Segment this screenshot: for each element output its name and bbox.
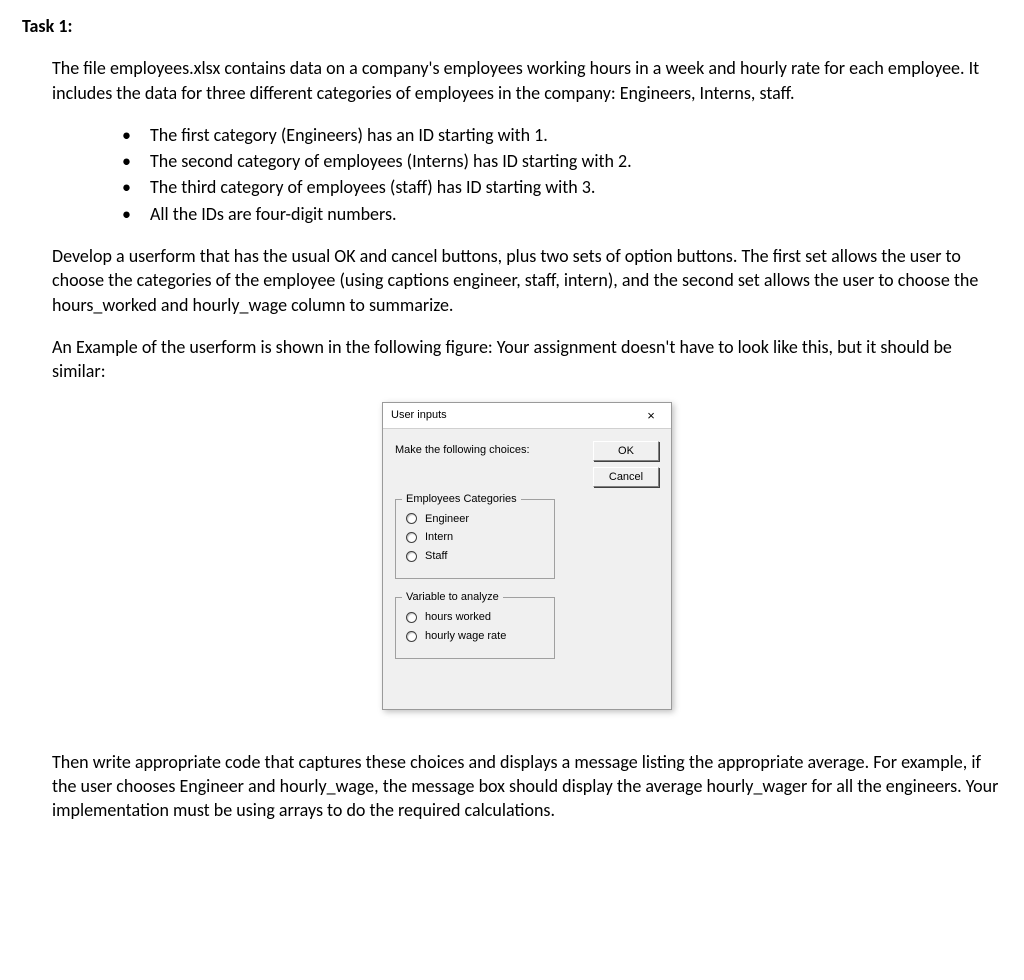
userform-dialog: User inputs × Make the following choices… — [382, 402, 672, 710]
group-employees-categories: Employees Categories Engineer Intern Sta… — [395, 499, 555, 580]
radio-staff[interactable]: Staff — [406, 549, 544, 564]
radio-icon — [406, 612, 417, 623]
cancel-button[interactable]: Cancel — [593, 467, 659, 487]
task-heading: Task 1: — [22, 14, 1002, 38]
radio-hourly-wage-rate[interactable]: hourly wage rate — [406, 629, 544, 644]
radio-label: Intern — [425, 530, 453, 545]
develop-paragraph: Develop a userform that has the usual OK… — [52, 244, 1002, 317]
radio-label: hours worked — [425, 610, 491, 625]
list-item: The second category of employees (Intern… — [122, 149, 1002, 173]
group-legend: Variable to analyze — [402, 590, 503, 605]
intro-paragraph: The file employees.xlsx contains data on… — [52, 56, 1002, 105]
radio-icon — [406, 551, 417, 562]
ok-button[interactable]: OK — [593, 441, 659, 461]
radio-label: hourly wage rate — [425, 629, 506, 644]
radio-hours-worked[interactable]: hours worked — [406, 610, 544, 625]
list-item: All the IDs are four-digit numbers. — [122, 202, 1002, 226]
example-paragraph: An Example of the userform is shown in t… — [52, 335, 1002, 384]
radio-engineer[interactable]: Engineer — [406, 512, 544, 527]
radio-intern[interactable]: Intern — [406, 530, 544, 545]
bullet-list: The first category (Engineers) has an ID… — [122, 123, 1002, 226]
dialog-titlebar: User inputs × — [383, 403, 671, 429]
list-item: The third category of employees (staff) … — [122, 175, 1002, 199]
dialog-body: Make the following choices: OK Cancel Em… — [383, 429, 671, 709]
list-item: The first category (Engineers) has an ID… — [122, 123, 1002, 147]
group-legend: Employees Categories — [402, 492, 521, 507]
radio-label: Staff — [425, 549, 447, 564]
radio-icon — [406, 532, 417, 543]
radio-icon — [406, 631, 417, 642]
close-icon[interactable]: × — [637, 406, 665, 424]
radio-label: Engineer — [425, 512, 469, 527]
dialog-title: User inputs — [391, 408, 447, 423]
dialog-instruction-label: Make the following choices: — [395, 441, 530, 458]
radio-icon — [406, 513, 417, 524]
closing-paragraph: Then write appropriate code that capture… — [52, 750, 1002, 823]
group-variable-to-analyze: Variable to analyze hours worked hourly … — [395, 597, 555, 659]
